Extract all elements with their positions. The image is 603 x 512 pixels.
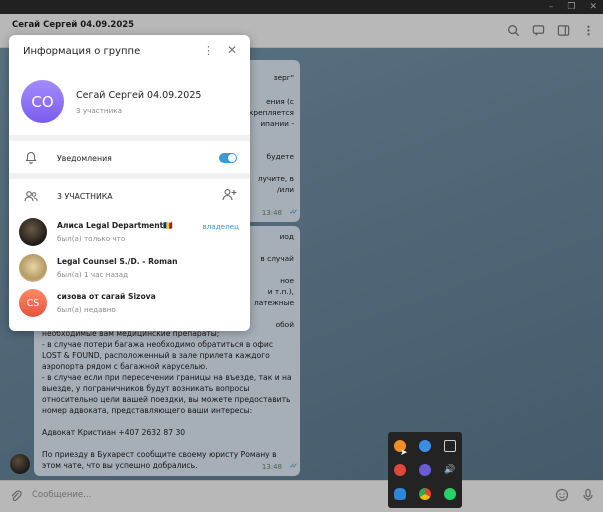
more-vertical-icon[interactable]: ⋮ [203, 45, 214, 57]
member-name: Алиса Legal Department🇷🇴 [57, 221, 173, 230]
member-avatar: CS [19, 289, 47, 317]
member-role: владелец [202, 222, 239, 231]
bell-icon [25, 151, 37, 166]
volume-icon[interactable]: 🔊 [444, 464, 456, 476]
add-member-icon[interactable] [222, 188, 237, 203]
tray-app-icon[interactable] [419, 464, 431, 476]
group-avatar[interactable]: СО [21, 80, 64, 123]
tray-app-icon[interactable] [394, 464, 406, 476]
section-divider [9, 135, 250, 141]
member-row[interactable]: CS сизова от сагай Sizova был(а) недавно [9, 287, 250, 319]
members-header: 3 УЧАСТНИКА [57, 192, 113, 201]
tray-app-icon[interactable] [444, 488, 456, 500]
close-icon[interactable]: ✕ [227, 44, 237, 56]
tray-app-icon[interactable] [419, 488, 431, 500]
tray-app-icon[interactable] [444, 440, 456, 452]
mouse-cursor-icon: ➤ [400, 448, 408, 458]
member-row[interactable]: Алиса Legal Department🇷🇴 был(а) только ч… [9, 216, 250, 248]
system-tray-popup: ➤ 🔊 [388, 432, 462, 508]
member-status: был(а) недавно [57, 305, 116, 314]
member-name: сизова от сагай Sizova [57, 292, 156, 301]
member-status: был(а) только что [57, 234, 126, 243]
group-member-count: 3 участника [76, 106, 123, 115]
dialog-title: Информация о группе [23, 46, 141, 57]
notifications-toggle[interactable] [219, 153, 237, 163]
tray-app-icon[interactable] [394, 488, 406, 500]
member-row[interactable]: Legal Counsel S./D. - Roman был(а) 1 час… [9, 252, 250, 284]
member-name: Legal Counsel S./D. - Roman [57, 257, 178, 266]
section-divider [9, 173, 250, 179]
member-avatar [19, 218, 47, 246]
tray-app-icon[interactable] [419, 440, 431, 452]
group-name: Сегай Сергей 04.09.2025 [76, 90, 202, 101]
member-avatar [19, 254, 47, 282]
members-icon [24, 190, 38, 204]
notifications-label: Уведомления [57, 154, 112, 163]
group-info-dialog: Информация о группе ⋮ ✕ СО Сегай Сергей … [9, 35, 250, 331]
member-status: был(а) 1 час назад [57, 270, 129, 279]
toggle-knob [228, 154, 236, 162]
